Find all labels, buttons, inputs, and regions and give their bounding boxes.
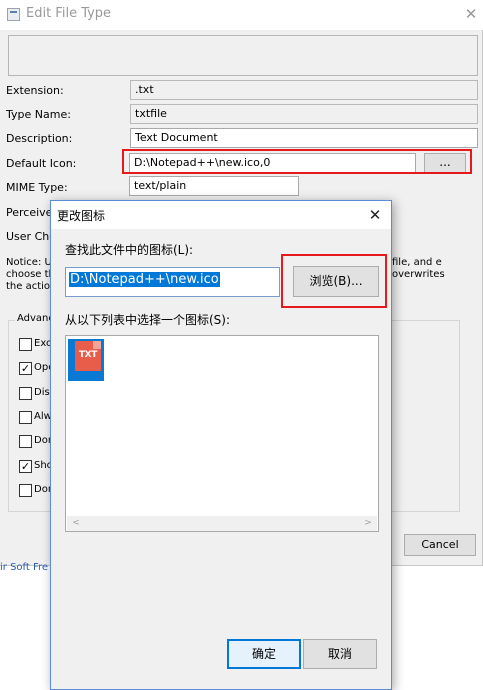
checkbox-6[interactable]: ✓ bbox=[19, 460, 32, 473]
description-label: Description: bbox=[6, 132, 73, 145]
scroll-right-icon[interactable]: > bbox=[361, 516, 375, 531]
icon-preview-box bbox=[8, 35, 478, 76]
checkbox-2[interactable]: ✓ bbox=[19, 362, 32, 375]
icon-file-path-text: D:\Notepad++\new.ico bbox=[69, 272, 220, 287]
icon-list-item[interactable]: TXT bbox=[68, 339, 104, 381]
scroll-left-icon[interactable]: < bbox=[69, 516, 83, 531]
checkbox-1[interactable] bbox=[19, 338, 32, 351]
checkmark-icon: ✓ bbox=[20, 362, 31, 375]
icon-list-label: 从以下列表中选择一个图标(S): bbox=[65, 313, 231, 327]
extension-label: Extension: bbox=[6, 84, 64, 97]
underlying-window-text: ir Soft Fre bbox=[0, 562, 49, 573]
close-icon[interactable]: ✕ bbox=[462, 4, 480, 24]
cancel-button[interactable]: Cancel bbox=[404, 534, 476, 556]
icon-file-path-input[interactable]: D:\Notepad++\new.ico bbox=[65, 267, 280, 297]
find-icon-label: 查找此文件中的图标(L): bbox=[65, 243, 194, 257]
mime-type-field[interactable]: text/plain bbox=[129, 176, 299, 196]
checkbox-5[interactable] bbox=[19, 435, 32, 448]
checkbox-7[interactable] bbox=[19, 484, 32, 497]
checkbox-4[interactable] bbox=[19, 411, 32, 424]
txt-file-icon: TXT bbox=[75, 341, 101, 371]
title-bar: Edit File Type ✕ bbox=[0, 0, 483, 30]
description-field[interactable]: Text Document bbox=[130, 128, 478, 148]
dialog-title-bar: 更改图标 ✕ bbox=[51, 201, 391, 229]
icon-list[interactable]: TXT < > bbox=[65, 335, 379, 532]
window-icon bbox=[7, 8, 20, 21]
dialog-title: 更改图标 bbox=[57, 209, 106, 223]
horizontal-scrollbar[interactable]: < > bbox=[67, 516, 377, 531]
change-icon-dialog: 更改图标 ✕ 查找此文件中的图标(L): D:\Notepad++\new.ic… bbox=[50, 200, 392, 690]
type-name-label: Type Name: bbox=[6, 108, 71, 121]
notice-text-right: file, and e overwrites bbox=[392, 257, 445, 280]
checkmark-icon: ✓ bbox=[20, 460, 31, 473]
type-name-field[interactable]: txtfile bbox=[130, 104, 478, 124]
checkbox-1-label: Exc bbox=[34, 338, 52, 349]
window-title: Edit File Type bbox=[26, 6, 112, 21]
close-icon[interactable]: ✕ bbox=[365, 205, 385, 225]
txt-badge-text: TXT bbox=[78, 350, 98, 360]
checkbox-3[interactable] bbox=[19, 387, 32, 400]
extension-field[interactable]: .txt bbox=[130, 80, 478, 100]
dialog-cancel-button[interactable]: 取消 bbox=[303, 639, 377, 669]
highlight-box-default-icon bbox=[122, 149, 472, 174]
highlight-box-browse bbox=[281, 254, 387, 308]
ok-button[interactable]: 确定 bbox=[227, 639, 301, 669]
mime-type-label: MIME Type: bbox=[6, 181, 68, 194]
default-icon-label: Default Icon: bbox=[6, 157, 77, 170]
